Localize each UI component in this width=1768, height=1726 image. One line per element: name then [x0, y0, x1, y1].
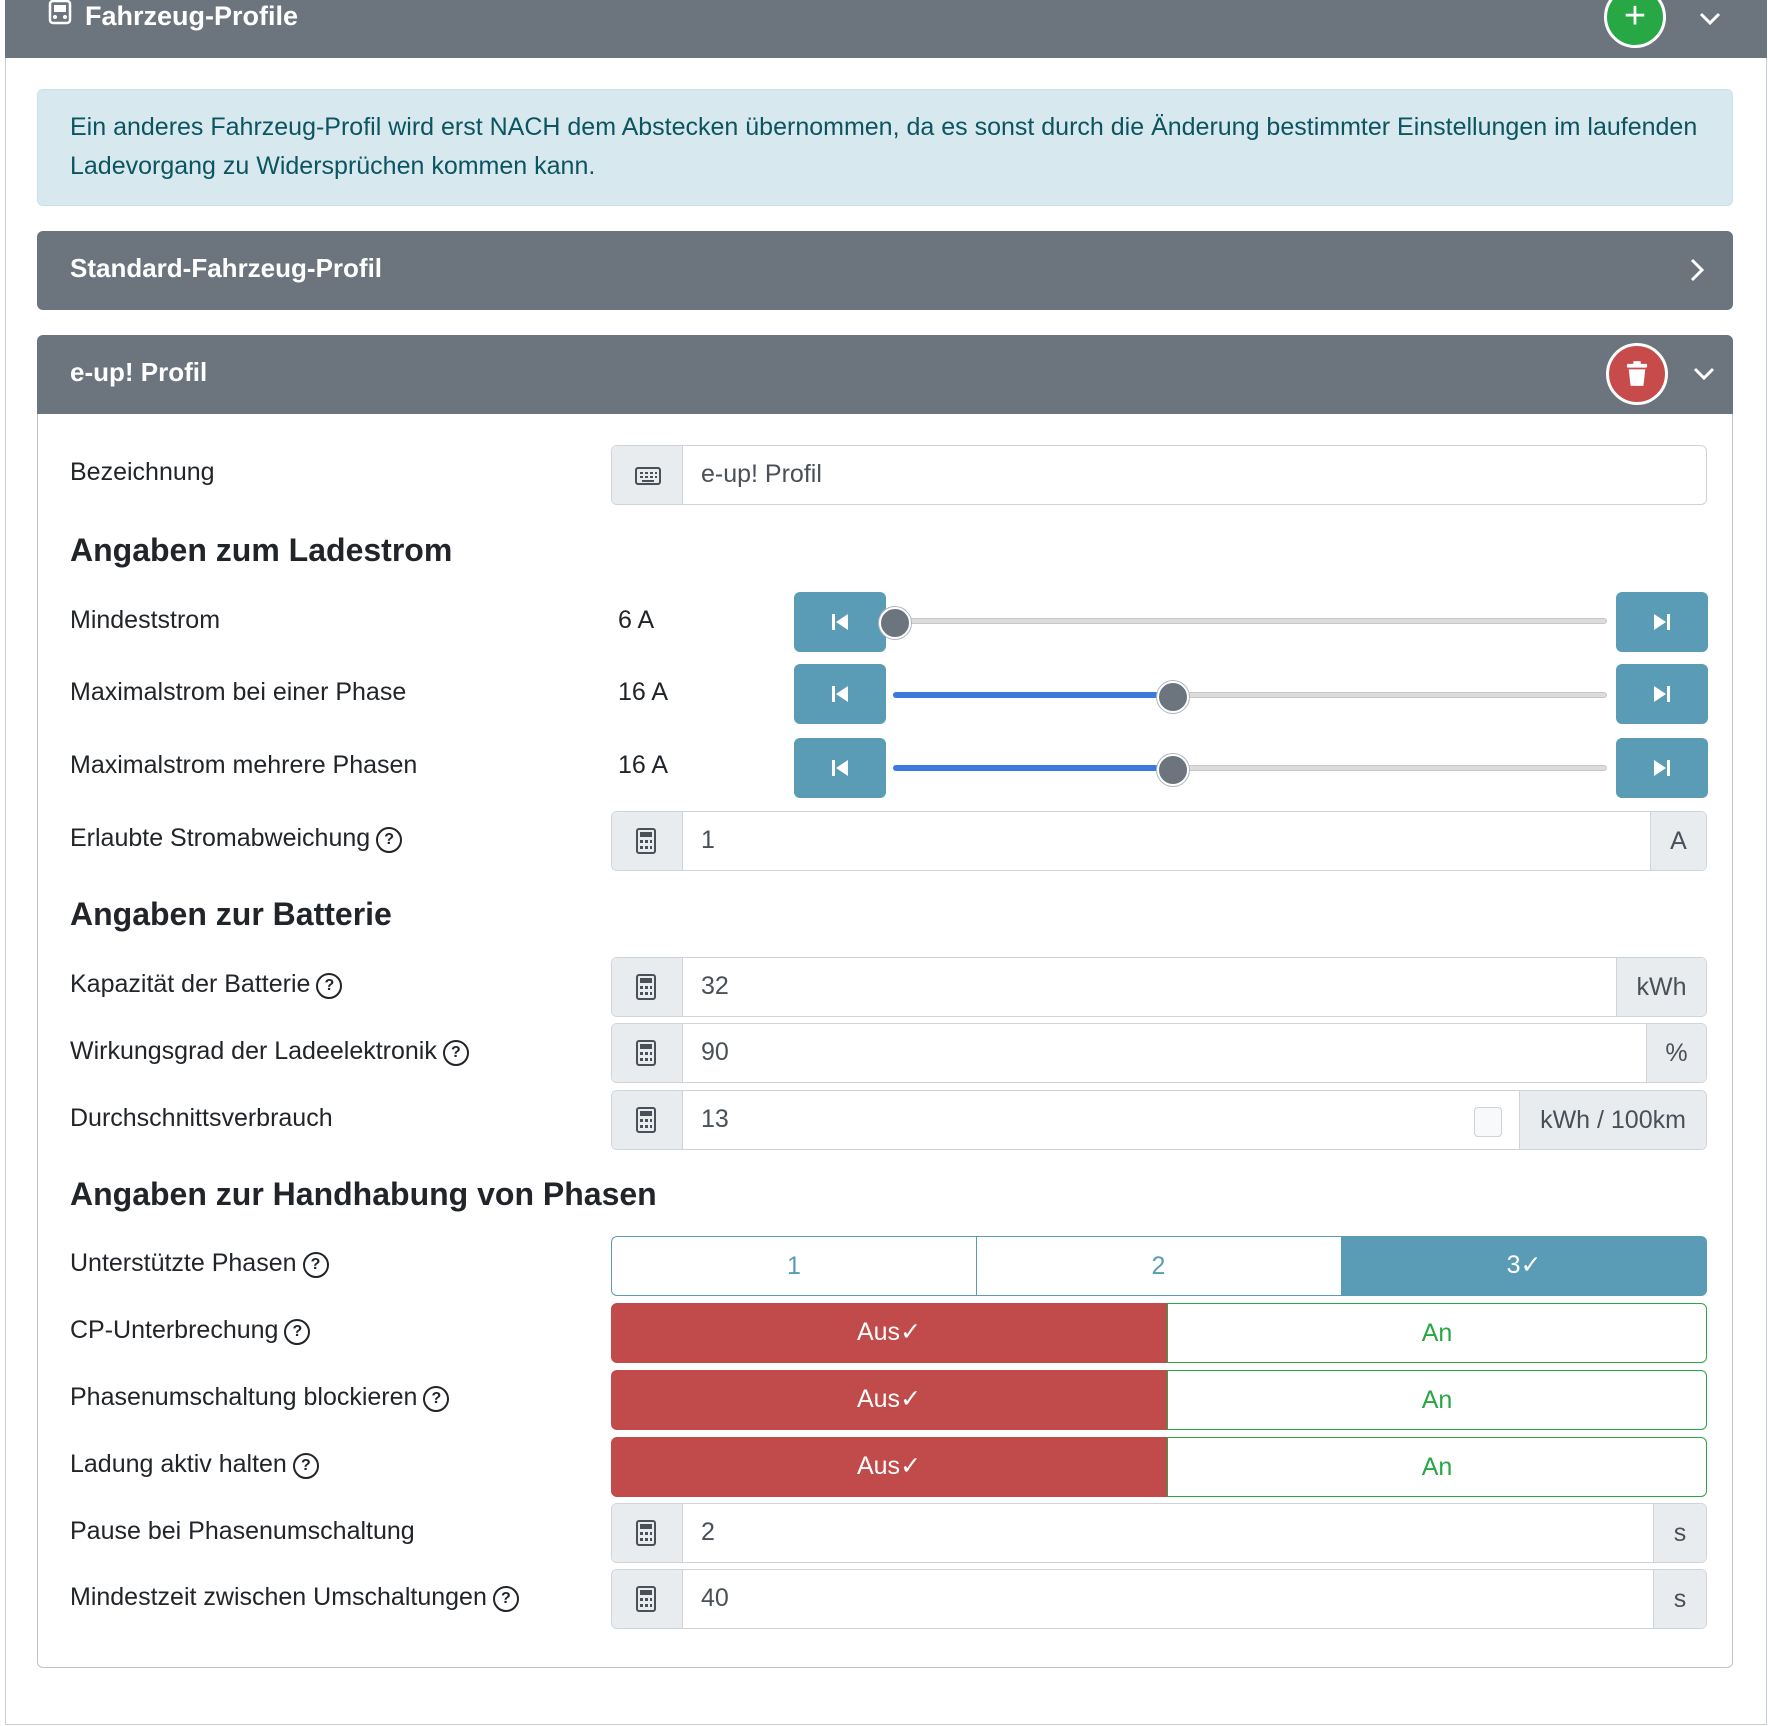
step-backward-icon — [832, 614, 848, 630]
calculator-icon — [612, 958, 683, 1016]
deviation-label: Erlaubte Stromabweichung? — [70, 824, 403, 853]
step-backward-icon — [832, 760, 848, 776]
phase-option-2[interactable]: 2 — [976, 1236, 1342, 1296]
keep-charging-label: Ladung aktiv halten? — [70, 1450, 319, 1479]
number-spinner[interactable] — [1474, 1107, 1502, 1137]
capacity-input[interactable]: 32 — [701, 972, 729, 1001]
consumption-input-group: 13 kWh / 100km — [611, 1090, 1707, 1150]
calculator-icon — [612, 1091, 683, 1149]
consumption-label: Durchschnittsverbrauch — [70, 1104, 333, 1132]
consumption-unit: kWh / 100km — [1519, 1091, 1706, 1149]
max-one-phase-decrease-button[interactable] — [794, 664, 886, 724]
capacity-label: Kapazität der Batterie? — [70, 970, 343, 999]
vehicle-profiles-header[interactable]: Fahrzeug-Profile + — [5, 0, 1767, 58]
trash-icon — [1626, 361, 1648, 386]
profile-title: Standard-Fahrzeug-Profil — [70, 253, 383, 283]
delete-profile-button[interactable] — [1606, 343, 1668, 405]
efficiency-input[interactable]: 90 — [701, 1038, 729, 1067]
help-icon[interactable]: ? — [316, 973, 343, 999]
max-one-phase-slider-fill — [893, 692, 1172, 698]
phase-option-1[interactable]: 1 — [611, 1236, 977, 1296]
eup-profile-header[interactable]: e-up! Profil — [37, 335, 1733, 414]
min-time-input[interactable]: 40 — [701, 1584, 729, 1613]
step-forward-icon — [1654, 686, 1670, 702]
keep-charging-off-selected[interactable]: Aus✓ — [611, 1437, 1167, 1497]
deviation-unit: A — [1650, 812, 1706, 870]
capacity-unit: kWh — [1616, 958, 1706, 1016]
step-backward-icon — [832, 686, 848, 702]
check-icon: ✓ — [900, 1452, 922, 1480]
min-current-increase-button[interactable] — [1616, 592, 1708, 652]
pause-unit: s — [1653, 1504, 1706, 1562]
max-multi-phase-increase-button[interactable] — [1616, 738, 1708, 798]
max-one-phase-value: 16 A — [618, 678, 669, 706]
help-icon[interactable]: ? — [442, 1040, 469, 1066]
cp-interrupt-on[interactable]: An — [1167, 1303, 1707, 1363]
add-profile-button[interactable]: + — [1604, 0, 1666, 48]
max-multi-phase-decrease-button[interactable] — [794, 738, 886, 798]
chevron-down-icon[interactable] — [1695, 4, 1725, 34]
capacity-input-group: 32 kWh — [611, 957, 1707, 1017]
check-icon: ✓ — [900, 1385, 922, 1413]
chevron-down-icon[interactable] — [1689, 359, 1719, 389]
max-one-phase-increase-button[interactable] — [1616, 664, 1708, 724]
check-icon: ✓ — [1520, 1251, 1542, 1279]
profile-title: e-up! Profil — [70, 357, 208, 387]
help-icon[interactable]: ? — [423, 1386, 450, 1412]
help-icon[interactable]: ? — [376, 827, 403, 853]
efficiency-label: Wirkungsgrad der Ladeelektronik? — [70, 1037, 469, 1066]
standard-profile-header[interactable]: Standard-Fahrzeug-Profil — [37, 231, 1733, 310]
help-icon[interactable]: ? — [492, 1586, 519, 1612]
min-current-decrease-button[interactable] — [794, 592, 886, 652]
page-title: Fahrzeug-Profile — [85, 1, 299, 31]
phase-option-3-selected[interactable]: 3✓ — [1341, 1236, 1707, 1296]
cp-interrupt-off-selected[interactable]: Aus✓ — [611, 1303, 1167, 1363]
pause-input[interactable]: 2 — [701, 1518, 715, 1547]
keep-charging-on[interactable]: An — [1167, 1437, 1707, 1497]
min-time-label: Mindestzeit zwischen Umschaltungen? — [70, 1583, 519, 1612]
block-switch-label: Phasenumschaltung blockieren? — [70, 1383, 450, 1412]
pause-label: Pause bei Phasenumschaltung — [70, 1517, 415, 1545]
phases-label: Unterstützte Phasen? — [70, 1249, 329, 1278]
chevron-right-icon[interactable] — [1682, 255, 1712, 285]
help-icon[interactable]: ? — [284, 1319, 311, 1345]
calculator-icon — [612, 1504, 683, 1562]
max-one-phase-label: Maximalstrom bei einer Phase — [70, 678, 407, 706]
min-current-slider[interactable] — [893, 618, 1607, 624]
section-heading-current: Angaben zum Ladestrom — [70, 532, 453, 568]
min-current-value: 6 A — [618, 606, 655, 634]
deviation-input-group: 1 A — [611, 811, 1707, 871]
min-time-unit: s — [1653, 1570, 1706, 1628]
max-multi-phase-slider-fill — [893, 765, 1172, 771]
calculator-icon — [612, 812, 683, 870]
min-current-label: Mindeststrom — [70, 606, 221, 634]
max-multi-phase-label: Maximalstrom mehrere Phasen — [70, 751, 418, 779]
info-alert: Ein anderes Fahrzeug-Profil wird erst NA… — [37, 89, 1733, 206]
calculator-icon — [612, 1570, 683, 1628]
efficiency-input-group: 90 % — [611, 1023, 1707, 1083]
help-icon[interactable]: ? — [302, 1252, 329, 1278]
name-input-group: e-up! Profil — [611, 445, 1707, 505]
name-input[interactable]: e-up! Profil — [701, 460, 822, 489]
efficiency-unit: % — [1646, 1024, 1706, 1082]
deviation-input[interactable]: 1 — [701, 826, 715, 855]
section-heading-battery: Angaben zur Batterie — [70, 896, 392, 932]
keyboard-icon — [612, 446, 683, 504]
name-label: Bezeichnung — [70, 458, 215, 486]
help-icon[interactable]: ? — [292, 1453, 319, 1479]
step-forward-icon — [1654, 614, 1670, 630]
calculator-icon — [612, 1024, 683, 1082]
block-switch-off-selected[interactable]: Aus✓ — [611, 1370, 1167, 1430]
check-icon: ✓ — [900, 1318, 922, 1346]
cp-interrupt-label: CP-Unterbrechung? — [70, 1316, 311, 1345]
block-switch-on[interactable]: An — [1167, 1370, 1707, 1430]
min-time-input-group: 40 s — [611, 1569, 1707, 1629]
pause-input-group: 2 s — [611, 1503, 1707, 1563]
consumption-input[interactable]: 13 — [701, 1105, 729, 1134]
car-icon — [48, 0, 72, 25]
min-current-slider-thumb[interactable] — [879, 607, 911, 639]
max-multi-phase-value: 16 A — [618, 751, 669, 779]
step-forward-icon — [1654, 760, 1670, 776]
section-heading-phases: Angaben zur Handhabung von Phasen — [70, 1176, 657, 1212]
